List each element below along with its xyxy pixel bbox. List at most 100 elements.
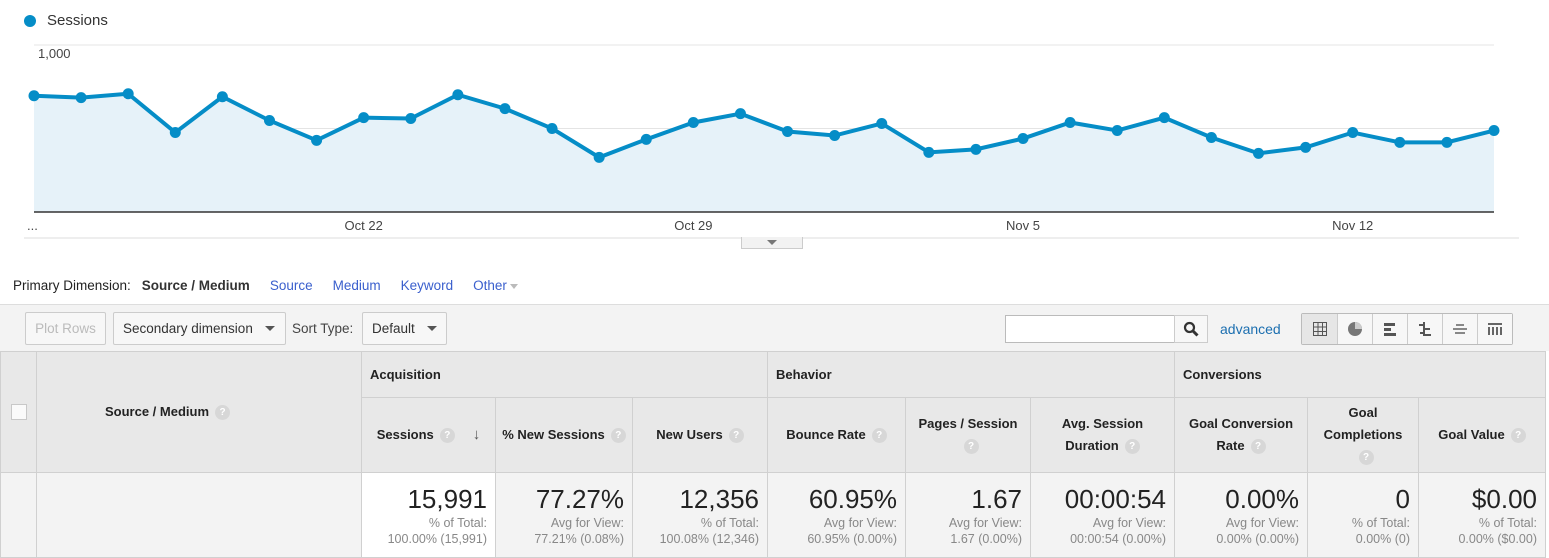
data-point xyxy=(1111,125,1123,137)
data-point xyxy=(311,134,323,146)
data-point xyxy=(782,126,794,138)
sort-arrow-down-icon: ↓ xyxy=(472,426,481,443)
table-view-button[interactable] xyxy=(1302,314,1337,344)
total-cell: 60.95% Avg for View: 60.95% (0.00%) xyxy=(767,472,906,558)
total-cell: 00:00:54 Avg for View: 00:00:54 (0.00%) xyxy=(1030,472,1175,558)
data-point xyxy=(923,146,935,158)
column-header[interactable]: Avg. Session Duration? xyxy=(1030,397,1175,473)
data-point xyxy=(687,116,699,128)
data-point xyxy=(1158,112,1170,124)
performance-view-button[interactable] xyxy=(1372,314,1407,344)
data-point xyxy=(28,90,40,102)
data-point xyxy=(970,143,982,155)
total-value: 15,991 xyxy=(407,484,487,514)
help-icon[interactable]: ? xyxy=(963,439,979,455)
sort-type-dropdown[interactable]: Default xyxy=(362,312,447,345)
column-header[interactable]: Pages / Session? xyxy=(905,397,1031,473)
data-point xyxy=(546,123,558,134)
report-table: Source / Medium? Acquisition Behavior Co… xyxy=(0,351,1546,558)
total-caption: Avg for View: xyxy=(823,516,897,530)
primary-dimension-label: Primary Dimension: xyxy=(13,278,131,293)
total-value: 0 xyxy=(1395,484,1410,514)
column-header[interactable]: Sessions? ↓ xyxy=(361,397,496,473)
data-point xyxy=(1300,141,1312,153)
dimension-medium[interactable]: Medium xyxy=(333,278,381,293)
column-header-label: Bounce Rate xyxy=(786,427,866,442)
view-switcher xyxy=(1301,313,1513,345)
help-icon[interactable]: ? xyxy=(1250,439,1266,455)
help-icon[interactable]: ? xyxy=(871,428,887,444)
advanced-filter-link[interactable]: advanced xyxy=(1220,321,1281,337)
data-point xyxy=(876,117,888,129)
total-value: 77.27% xyxy=(535,484,624,514)
y-tick-label: 1,000 xyxy=(38,46,71,61)
sort-type-label: Sort Type: xyxy=(292,321,354,336)
column-header[interactable]: Goal Conversion Rate? xyxy=(1174,397,1308,473)
data-point xyxy=(1347,127,1359,139)
data-point xyxy=(640,133,652,145)
plot-rows-button[interactable]: Plot Rows xyxy=(25,312,106,345)
collapse-chart-button[interactable] xyxy=(741,237,803,249)
search-button[interactable] xyxy=(1174,315,1208,343)
data-point xyxy=(593,151,605,163)
help-icon[interactable]: ? xyxy=(1510,428,1526,444)
x-tick-label: Nov 12 xyxy=(1332,218,1373,233)
term-cloud-view-button[interactable] xyxy=(1442,314,1477,344)
column-header-label: New Users xyxy=(656,427,723,442)
total-comparison: 60.95% (0.00%) xyxy=(807,532,897,546)
data-point xyxy=(1394,136,1406,148)
total-comparison: 77.21% (0.08%) xyxy=(534,532,624,546)
total-cell: 1.67 Avg for View: 1.67 (0.00%) xyxy=(905,472,1031,558)
dimension-source[interactable]: Source xyxy=(270,278,313,293)
column-header[interactable]: Bounce Rate? xyxy=(767,397,906,473)
data-point xyxy=(1253,147,1265,159)
total-comparison: 100.00% (15,991) xyxy=(387,532,487,546)
column-header-label: Goal Conversion Rate xyxy=(1188,416,1294,453)
total-value: $0.00 xyxy=(1471,484,1537,514)
total-value: 00:00:54 xyxy=(1064,484,1166,514)
help-icon[interactable]: ? xyxy=(610,428,626,444)
pie-view-button[interactable] xyxy=(1337,314,1372,344)
comparison-view-button[interactable] xyxy=(1407,314,1442,344)
secondary-dimension-dropdown[interactable]: Secondary dimension xyxy=(113,312,286,345)
data-point xyxy=(1064,116,1076,128)
select-all-checkbox[interactable] xyxy=(10,404,27,420)
total-caption: Avg for View: xyxy=(1225,516,1299,530)
help-icon[interactable]: ? xyxy=(728,428,744,444)
dimension-other-dropdown[interactable]: Other xyxy=(473,278,518,293)
x-tick-label: Oct 29 xyxy=(674,218,712,233)
column-header[interactable]: % New Sessions? xyxy=(495,397,633,473)
sort-type-value: Default xyxy=(372,321,415,336)
pivot-view-button[interactable] xyxy=(1477,314,1512,344)
total-caption: Avg for View: xyxy=(550,516,624,530)
data-point xyxy=(829,130,841,142)
pie-chart-icon xyxy=(1348,322,1362,336)
help-icon[interactable]: ? xyxy=(1124,439,1140,455)
table-search-input[interactable] xyxy=(1005,315,1175,343)
grid-icon xyxy=(1312,322,1327,336)
total-cell: 0.00% Avg for View: 0.00% (0.00%) xyxy=(1174,472,1308,558)
total-cell: 0 % of Total: 0.00% (0) xyxy=(1307,472,1419,558)
total-cell: 12,356 % of Total: 100.08% (12,346) xyxy=(632,472,768,558)
secondary-dimension-label: Secondary dimension xyxy=(123,321,253,336)
dimension-header[interactable]: Source / Medium? xyxy=(36,351,362,473)
dimension-keyword[interactable]: Keyword xyxy=(401,278,454,293)
help-icon[interactable]: ? xyxy=(439,428,455,444)
totals-checkbox-cell xyxy=(0,472,37,558)
help-icon[interactable]: ? xyxy=(1358,450,1374,466)
dimension-source-medium[interactable]: Source / Medium xyxy=(142,278,250,293)
x-tick-label: Oct 22 xyxy=(345,218,383,233)
column-header[interactable]: Goal Value? xyxy=(1418,397,1546,473)
data-point xyxy=(452,89,464,101)
data-point xyxy=(122,88,134,100)
data-point xyxy=(263,114,275,126)
column-header[interactable]: Goal Completions? xyxy=(1307,397,1419,473)
total-caption: % of Total: xyxy=(428,516,487,530)
data-point xyxy=(1441,136,1453,148)
group-acquisition: Acquisition xyxy=(361,351,768,398)
totals-label-cell xyxy=(36,472,362,558)
help-icon[interactable]: ? xyxy=(215,405,231,421)
column-header[interactable]: New Users? xyxy=(632,397,768,473)
table-toolbar: Plot Rows Secondary dimension Sort Type:… xyxy=(0,304,1549,351)
total-cell: 15,991 % of Total: 100.00% (15,991) xyxy=(361,472,496,558)
